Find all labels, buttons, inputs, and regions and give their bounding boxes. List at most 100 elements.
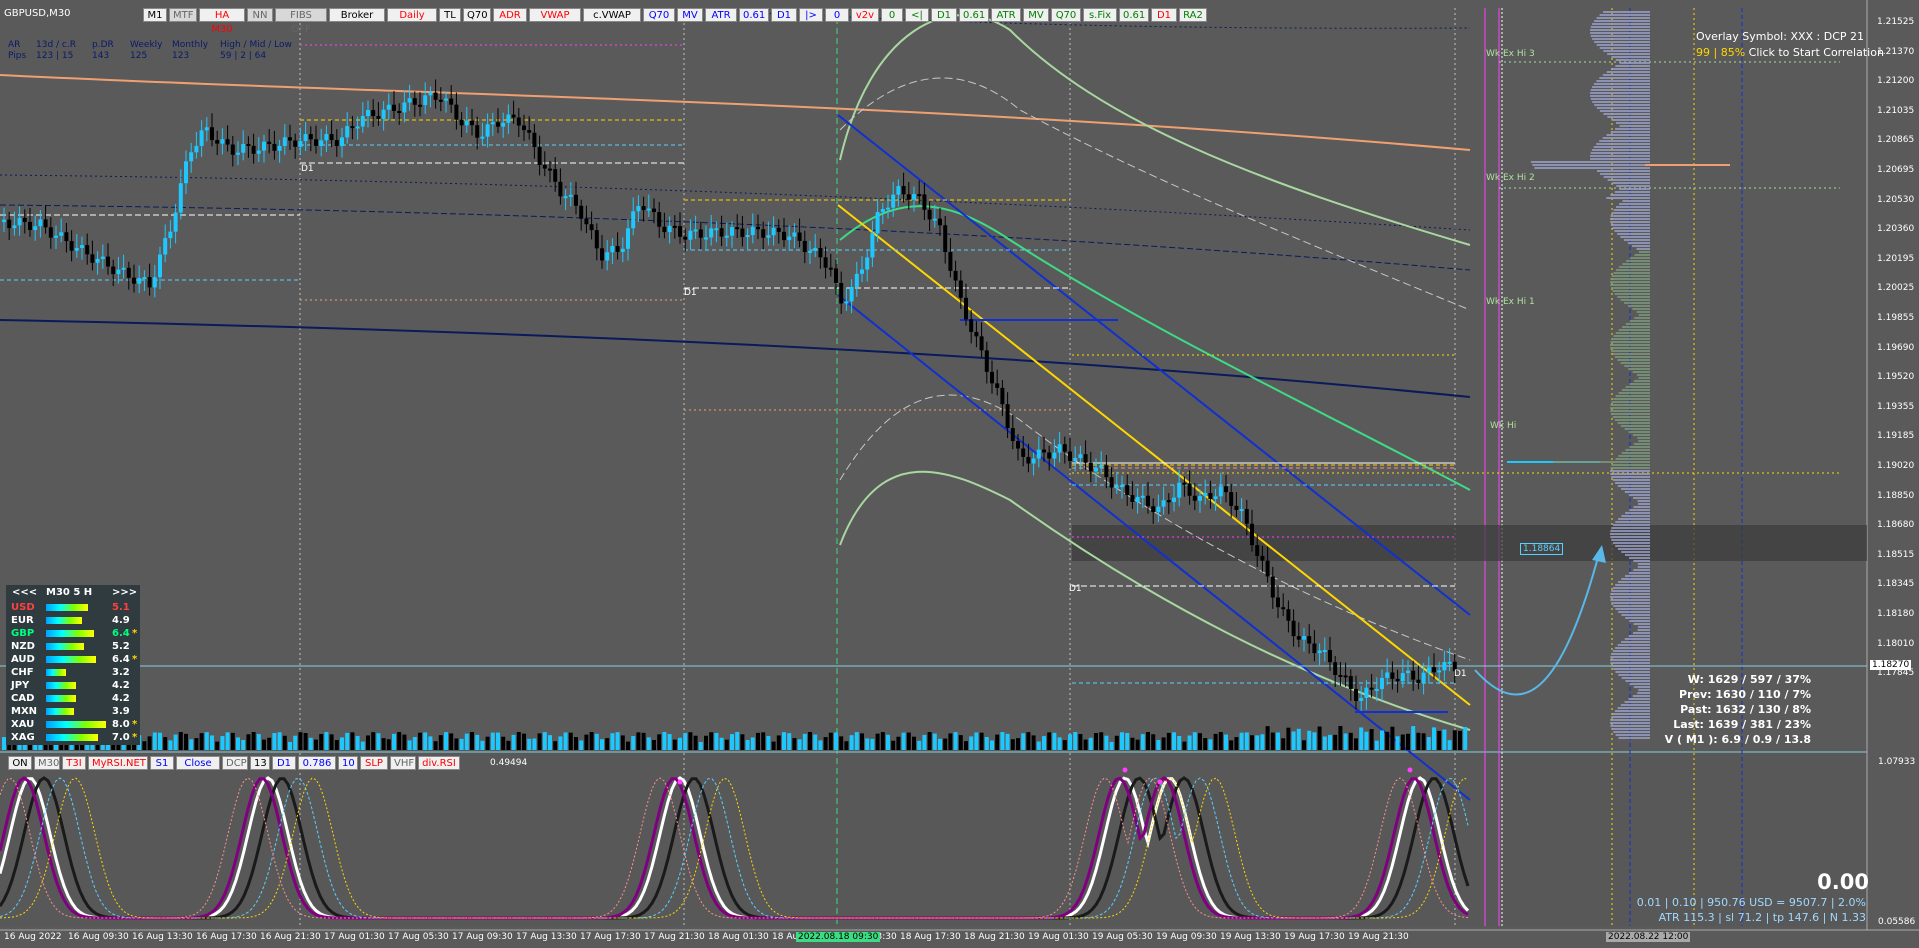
stats-last: Last: 1639 / 381 / 23% xyxy=(1673,718,1811,731)
toolbar-button-11[interactable]: c.VWAP xyxy=(583,8,641,22)
candle-body xyxy=(407,98,412,103)
volume-bar xyxy=(1302,740,1306,750)
volume-bar xyxy=(1437,730,1442,750)
info-label-13d: 13d / c.R xyxy=(36,40,76,50)
osc-button-2[interactable]: T3I xyxy=(62,756,86,770)
toolbar-button-20[interactable]: 0 xyxy=(881,8,903,22)
volume-bar xyxy=(360,741,365,750)
volume-bar xyxy=(698,741,703,750)
volume-bar xyxy=(1458,730,1462,750)
candle-body xyxy=(1437,670,1442,673)
candle-body xyxy=(366,110,370,117)
toolbar-button-7[interactable]: TL xyxy=(439,8,461,22)
osc-button-6[interactable]: DCP xyxy=(222,756,248,770)
toolbar-button-15[interactable]: 0.61 xyxy=(739,8,769,22)
candle-body xyxy=(917,194,922,197)
volume-bar xyxy=(953,732,958,750)
toolbar-button-25[interactable]: MV xyxy=(1023,8,1049,22)
toolbar-button-28[interactable]: 0.61 xyxy=(1119,8,1149,22)
candle-body xyxy=(1187,483,1192,496)
toolbar-button-19[interactable]: v2v xyxy=(851,8,879,22)
toolbar-button-26[interactable]: Q70 xyxy=(1051,8,1081,22)
volume-bar xyxy=(938,738,942,750)
volume-bar xyxy=(1255,735,1260,750)
toolbar-button-21[interactable]: <| xyxy=(905,8,929,22)
toolbar-button-9[interactable]: ADR xyxy=(493,8,527,22)
candle-body xyxy=(1166,500,1171,503)
volume-bar xyxy=(657,734,662,750)
toolbar-button-10[interactable]: VWAP xyxy=(529,8,581,22)
toolbar-button-27[interactable]: s.Fix xyxy=(1083,8,1117,22)
osc-button-8[interactable]: D1 xyxy=(272,756,296,770)
candle-body xyxy=(459,119,464,126)
toolbar-button-17[interactable]: |> xyxy=(799,8,823,22)
volume-bar xyxy=(792,738,797,750)
candle-body xyxy=(683,236,688,240)
candle-body xyxy=(12,225,17,229)
osc-button-5[interactable]: Close xyxy=(176,756,220,770)
volume-bar xyxy=(199,733,204,750)
osc-button-0[interactable]: ON xyxy=(8,756,32,770)
strength-mark: * xyxy=(132,719,138,730)
candle-body xyxy=(215,140,220,144)
toolbar-button-24[interactable]: ATR xyxy=(991,8,1021,22)
risk-line-1: 0.01 | 0.10 | 950.76 USD = 9507.7 | 2.0% xyxy=(1636,896,1866,909)
toolbar-button-2[interactable]: HA M30 xyxy=(199,8,245,35)
info-label-weekly: Weekly xyxy=(130,40,163,50)
time-tick: 16 Aug 13:30 xyxy=(132,932,193,942)
toolbar-button-3[interactable]: NN xyxy=(247,8,273,22)
osc-button-13[interactable]: div.RSI xyxy=(418,756,460,770)
strength-next-button[interactable]: >>> xyxy=(112,585,137,601)
osc-button-12[interactable]: VHF xyxy=(390,756,416,770)
osc-button-7[interactable]: 13 xyxy=(250,756,270,770)
toolbar-button-14[interactable]: ATR xyxy=(705,8,737,22)
strength-prev-button[interactable]: <<< xyxy=(12,585,37,601)
toolbar-button-13[interactable]: MV xyxy=(677,8,703,22)
osc-button-10[interactable]: 10 xyxy=(338,756,358,770)
candle-body xyxy=(1276,597,1280,608)
volume-bar xyxy=(1172,732,1176,750)
toolbar-button-8[interactable]: Q70 xyxy=(463,8,491,22)
volume-bar xyxy=(449,733,454,750)
volume-bar xyxy=(1187,735,1192,750)
toolbar-button-6[interactable]: Daily xyxy=(387,8,437,22)
toolbar-button-29[interactable]: D1 xyxy=(1151,8,1177,22)
volume-bar xyxy=(870,738,875,750)
toolbar-button-23[interactable]: 0.61 xyxy=(959,8,989,22)
correlation-link[interactable]: 99 | 85% Click to Start Correlation xyxy=(1696,46,1884,59)
candle-body xyxy=(137,278,142,284)
osc-button-11[interactable]: SLP xyxy=(360,756,388,770)
candle-body xyxy=(246,143,251,146)
toolbar-button-4[interactable]: FIBS OFF xyxy=(275,8,327,35)
volume-bar xyxy=(1130,737,1135,750)
volume-bar xyxy=(943,738,948,750)
osc-button-4[interactable]: S1 xyxy=(150,756,174,770)
candle-body xyxy=(1333,662,1338,675)
toolbar-button-1[interactable]: MTF xyxy=(169,8,197,22)
volume-bar xyxy=(402,734,407,750)
toolbar-button-0[interactable]: M1 xyxy=(143,8,167,22)
toolbar-button-22[interactable]: D1 xyxy=(931,8,957,22)
candle-body xyxy=(1385,672,1390,678)
strength-mark: * xyxy=(132,628,138,639)
osc-button-1[interactable]: M30 xyxy=(34,756,60,770)
chart-canvas[interactable] xyxy=(0,0,1919,948)
candle-body xyxy=(1296,636,1301,640)
candle-body xyxy=(1172,497,1176,502)
volume-bar xyxy=(470,732,474,750)
toolbar-button-18[interactable]: 0 xyxy=(825,8,849,22)
candle-body xyxy=(350,126,355,129)
toolbar-button-12[interactable]: Q70 xyxy=(643,8,675,22)
candle-body xyxy=(542,164,547,169)
toolbar-button-16[interactable]: D1 xyxy=(771,8,797,22)
toolbar-button-30[interactable]: RA2 xyxy=(1179,8,1207,22)
volume-bar xyxy=(834,732,838,750)
time-tick: 17 Aug 21:30 xyxy=(644,932,705,942)
candle-body xyxy=(69,241,74,251)
toolbar-button-5[interactable]: Broker xyxy=(329,8,385,22)
volume-bar xyxy=(293,735,298,750)
volume-bar xyxy=(735,732,740,750)
strength-row: EUR 4.9 xyxy=(6,614,140,627)
osc-button-3[interactable]: MyRSI.NET xyxy=(88,756,148,770)
osc-button-9[interactable]: 0.786 xyxy=(298,756,336,770)
